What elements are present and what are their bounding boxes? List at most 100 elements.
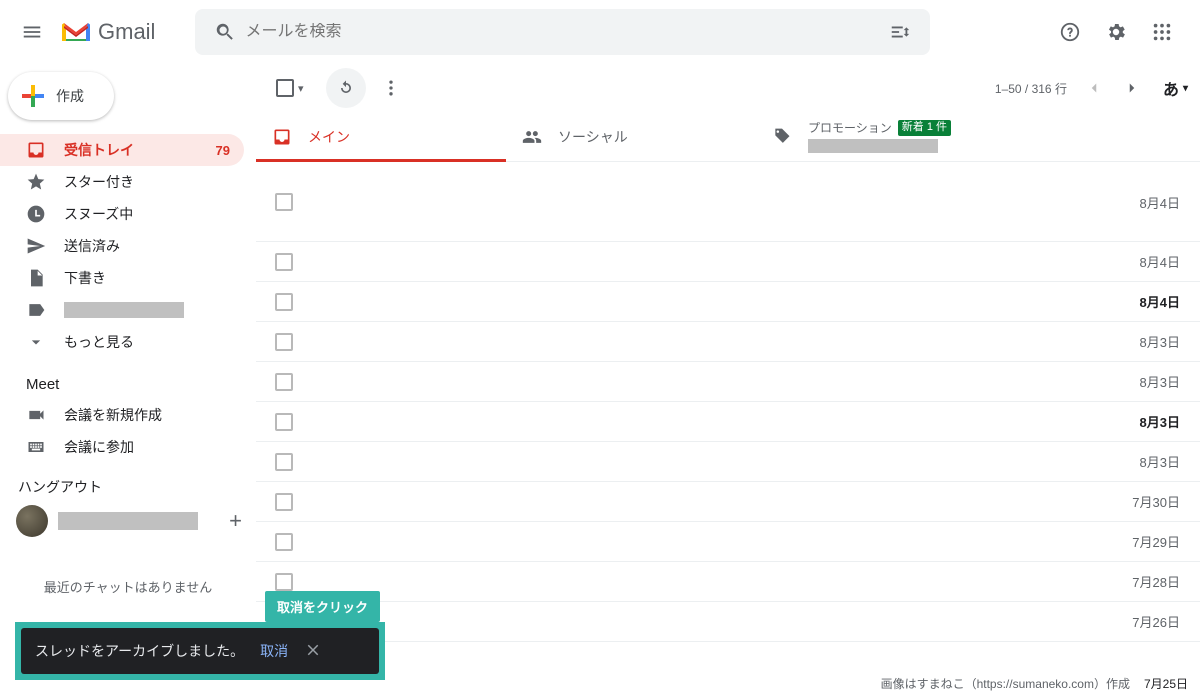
search-input[interactable] [245, 23, 880, 41]
label-icon [26, 300, 46, 320]
mail-row[interactable]: 8月3日 [256, 322, 1200, 362]
mail-row[interactable]: 8月3日 [256, 402, 1200, 442]
sidebar-item-drafts[interactable]: 下書き [0, 262, 244, 294]
meet-new-meeting[interactable]: 会議を新規作成 [0, 399, 244, 431]
mail-date: 8月3日 [1140, 412, 1180, 431]
toast-message: スレッドをアーカイブしました。 [35, 641, 244, 661]
toast-highlight: スレッドをアーカイブしました。 取消 [15, 622, 385, 680]
sidebar-item-label: もっと見る [64, 332, 134, 352]
mail-checkbox[interactable] [275, 193, 293, 211]
sidebar-item-label-hidden[interactable] [0, 294, 244, 326]
redacted-sender [808, 139, 938, 153]
mail-date: 8月3日 [1140, 372, 1180, 391]
undo-button[interactable]: 取消 [260, 641, 288, 661]
gmail-logo[interactable]: Gmail [60, 19, 155, 45]
people-icon [522, 127, 542, 147]
mail-checkbox[interactable] [275, 253, 293, 271]
mail-date: 7月26日 [1132, 612, 1180, 631]
no-recent-chat: 最近のチャットはありません [0, 577, 256, 596]
refresh-button[interactable] [326, 68, 366, 108]
input-method-selector[interactable]: あ▾ [1163, 76, 1188, 100]
mail-checkbox[interactable] [275, 413, 293, 431]
mail-checkbox[interactable] [275, 333, 293, 351]
new-badge: 新着 1 件 [898, 120, 951, 135]
mail-checkbox[interactable] [275, 493, 293, 511]
mail-row[interactable]: 7月26日 [256, 602, 1200, 642]
inbox-icon [26, 140, 46, 160]
sidebar-item-label: スター付き [64, 172, 134, 192]
compose-button[interactable]: 作成 [8, 72, 114, 120]
sidebar-item-starred[interactable]: スター付き [0, 166, 244, 198]
tab-label: プロモーション [808, 121, 892, 135]
tab-label: ソーシャル [558, 127, 628, 147]
mail-date: 7月28日 [1132, 572, 1180, 591]
next-page-button[interactable] [1115, 71, 1149, 105]
mail-date: 8月4日 [1140, 292, 1180, 311]
hangout-header: ハングアウト [0, 463, 256, 505]
gmail-logo-icon [60, 20, 92, 44]
image-credit: 画像はすまねこ（https://sumaneko.com）作成 7月25日 [881, 675, 1188, 692]
mail-date: 8月4日 [1140, 193, 1180, 212]
tag-icon [772, 127, 792, 147]
meet-item-label: 会議を新規作成 [64, 405, 162, 425]
redacted-name [58, 512, 198, 530]
app-header: Gmail [0, 0, 1200, 64]
help-icon[interactable] [1050, 12, 1090, 52]
more-button[interactable] [376, 78, 406, 98]
avatar[interactable] [16, 505, 48, 537]
undo-toast: スレッドをアーカイブしました。 取消 [21, 628, 379, 674]
mail-checkbox[interactable] [275, 533, 293, 551]
mail-row[interactable]: 8月3日 [256, 362, 1200, 402]
main-menu-button[interactable] [8, 8, 56, 56]
sidebar-item-label: 受信トレイ [64, 140, 134, 160]
sidebar-item-sent[interactable]: 送信済み [0, 230, 244, 262]
meet-header: Meet [0, 358, 256, 399]
toast-close-button[interactable] [304, 641, 322, 662]
main-panel: ▾ 1–50 / 316 行 あ▾ メイン ソーシャル [256, 64, 1200, 694]
mail-row[interactable]: 8月4日 [256, 282, 1200, 322]
sidebar: 作成 受信トレイ 79 スター付き スヌーズ中 送信済み 下書き [0, 64, 256, 694]
apps-icon[interactable] [1142, 12, 1182, 52]
mail-row[interactable]: 8月4日 [256, 242, 1200, 282]
star-icon [26, 172, 46, 192]
meet-join-meeting[interactable]: 会議に参加 [0, 431, 244, 463]
sidebar-item-label: スヌーズ中 [64, 204, 133, 224]
mail-row[interactable]: 7月29日 [256, 522, 1200, 562]
mail-checkbox[interactable] [275, 373, 293, 391]
category-tabs: メイン ソーシャル プロモーション 新着 1 件 [256, 112, 1200, 162]
tab-label: メイン [308, 127, 350, 147]
mail-list: 8月4日 8月4日 8月4日 8月3日 8月3日 8月3日 8月3日 7月30日 7月29日 7月… [256, 162, 1200, 642]
tab-primary[interactable]: メイン [256, 112, 506, 161]
mail-date: 7月30日 [1132, 492, 1180, 511]
hangout-account-row: + [0, 505, 256, 537]
pager-text: 1–50 / 316 行 [989, 80, 1073, 97]
select-all-checkbox[interactable]: ▾ [272, 75, 308, 101]
clock-icon [26, 204, 46, 224]
search-bar[interactable] [195, 9, 930, 55]
plus-icon [22, 85, 44, 107]
sidebar-item-more[interactable]: もっと見る [0, 326, 244, 358]
sidebar-item-snoozed[interactable]: スヌーズ中 [0, 198, 244, 230]
file-icon [26, 268, 46, 288]
redacted-label [64, 302, 184, 318]
sidebar-item-inbox[interactable]: 受信トレイ 79 [0, 134, 244, 166]
sidebar-item-label: 下書き [64, 268, 106, 288]
settings-icon[interactable] [1096, 12, 1136, 52]
mail-row[interactable]: 7月30日 [256, 482, 1200, 522]
tab-social[interactable]: ソーシャル [506, 112, 756, 161]
search-icon[interactable] [205, 21, 245, 43]
mail-checkbox[interactable] [275, 453, 293, 471]
mail-row[interactable]: 7月28日 [256, 562, 1200, 602]
mail-checkbox[interactable] [275, 293, 293, 311]
gmail-logo-text: Gmail [98, 19, 155, 45]
header-actions [1050, 12, 1192, 52]
mail-date: 8月3日 [1140, 332, 1180, 351]
search-options-icon[interactable] [880, 21, 920, 43]
tab-promotions[interactable]: プロモーション 新着 1 件 [756, 112, 1006, 161]
mail-row[interactable]: 8月3日 [256, 442, 1200, 482]
new-chat-button[interactable]: + [229, 508, 242, 534]
mail-row[interactable]: 8月4日 [256, 162, 1200, 242]
mail-checkbox[interactable] [275, 573, 293, 591]
meet-item-label: 会議に参加 [64, 437, 134, 457]
prev-page-button[interactable] [1077, 71, 1111, 105]
